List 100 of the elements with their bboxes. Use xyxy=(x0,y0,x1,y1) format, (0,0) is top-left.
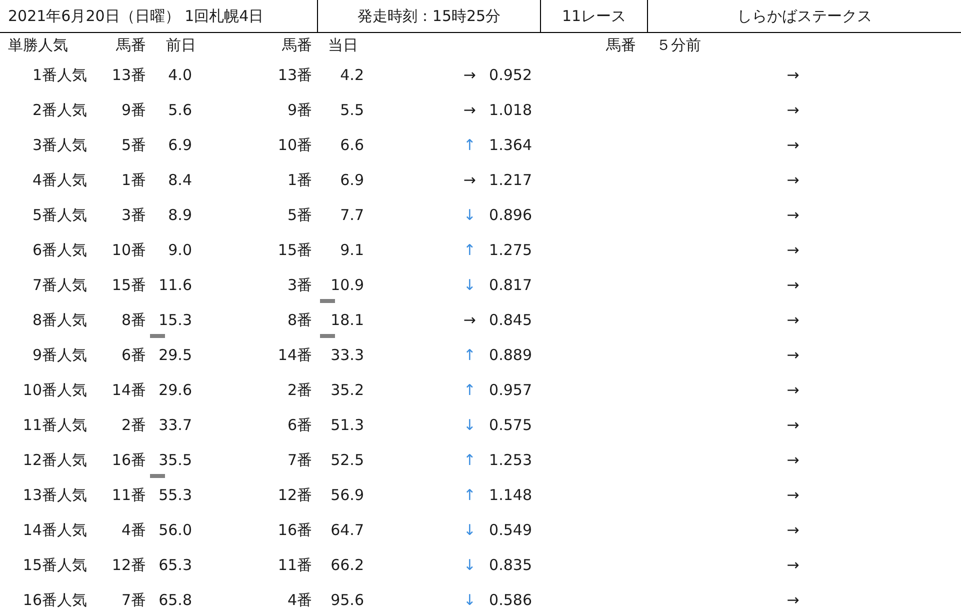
popularity-rank: 12番人気 xyxy=(22,450,87,472)
trend-arrow: ↓ xyxy=(463,590,476,612)
trend-arrow: → xyxy=(786,275,800,296)
trend-arrow: → xyxy=(463,170,476,192)
horse-number: 16番 xyxy=(112,450,146,472)
column-header: 前日 xyxy=(166,35,196,56)
race-number: 11レース xyxy=(562,6,626,27)
odds-value: 66.2 xyxy=(330,555,364,576)
trend-arrow: → xyxy=(786,170,800,192)
horse-number: 7番 xyxy=(121,590,146,612)
popularity-rank: 5番人気 xyxy=(32,205,87,226)
trend-arrow: → xyxy=(786,485,800,506)
horse-number: 5番 xyxy=(287,205,312,226)
odds-value: 8.4 xyxy=(168,170,192,192)
horse-number: 1番 xyxy=(121,170,146,192)
trend-arrow: → xyxy=(786,205,800,226)
popularity-rank: 4番人気 xyxy=(32,170,87,192)
trend-arrow: ↑ xyxy=(463,485,476,506)
odds-ratio: 0.896 xyxy=(489,205,532,226)
horse-number: 6番 xyxy=(287,415,312,436)
trend-arrow: → xyxy=(786,310,800,332)
horse-number: 13番 xyxy=(278,65,312,86)
trend-arrow: → xyxy=(786,520,800,542)
trend-arrow: ↑ xyxy=(463,450,476,472)
trend-arrow: ↓ xyxy=(463,415,476,436)
horse-number: 11番 xyxy=(278,555,312,576)
odds-value: 52.5 xyxy=(330,450,364,472)
odds-value: 5.6 xyxy=(168,100,192,122)
odds-ratio: 0.549 xyxy=(489,520,532,542)
horse-number: 12番 xyxy=(112,555,146,576)
odds-value: 9.1 xyxy=(340,240,364,262)
odds-value: 29.5 xyxy=(158,345,192,366)
horse-number: 10番 xyxy=(278,135,312,156)
popularity-rank: 9番人気 xyxy=(32,345,87,366)
odds-value: 4.0 xyxy=(168,65,192,86)
popularity-rank: 14番人気 xyxy=(22,520,87,542)
odds-value: 6.9 xyxy=(168,135,192,156)
odds-value: 6.6 xyxy=(340,135,364,156)
odds-ratio: 1.275 xyxy=(489,240,532,262)
trend-arrow: → xyxy=(786,555,800,576)
odds-ratio: 0.817 xyxy=(489,275,532,296)
odds-value: 56.0 xyxy=(158,520,192,542)
odds-value: 51.3 xyxy=(330,415,364,436)
trend-arrow: ↓ xyxy=(463,520,476,542)
trend-arrow: ↓ xyxy=(463,275,476,296)
race-name: しらかばステークス xyxy=(737,6,872,27)
trend-arrow: → xyxy=(463,100,476,122)
column-header: 馬番 xyxy=(606,35,636,56)
horse-number: 5番 xyxy=(121,135,146,156)
trend-arrow: → xyxy=(786,65,800,86)
trend-arrow: → xyxy=(463,310,476,332)
horse-number: 11番 xyxy=(112,485,146,506)
trend-arrow: → xyxy=(786,345,800,366)
horse-number: 9番 xyxy=(121,100,146,122)
trend-arrow: → xyxy=(463,65,476,86)
odds-value: 29.6 xyxy=(158,380,192,402)
column-header: 単勝人気 xyxy=(8,35,68,56)
trend-arrow: ↑ xyxy=(463,380,476,402)
odds-value: 55.3 xyxy=(158,485,192,506)
horse-number: 4番 xyxy=(287,590,312,612)
odds-value: 15.3 xyxy=(158,310,192,332)
odds-value: 35.5 xyxy=(158,450,192,472)
horse-number: 3番 xyxy=(121,205,146,226)
popularity-rank: 6番人気 xyxy=(32,240,87,262)
popularity-rank: 11番人気 xyxy=(22,415,87,436)
odds-ratio: 1.018 xyxy=(489,100,532,122)
odds-value: 11.6 xyxy=(158,275,192,296)
odds-value: 95.6 xyxy=(330,590,364,612)
popularity-rank: 2番人気 xyxy=(32,100,87,122)
horse-number: 6番 xyxy=(121,345,146,366)
column-header: 馬番 xyxy=(116,35,146,56)
trend-arrow: ↑ xyxy=(463,345,476,366)
popularity-rank: 8番人気 xyxy=(32,310,87,332)
odds-ratio: 0.575 xyxy=(489,415,532,436)
odds-ratio: 1.217 xyxy=(489,170,532,192)
horse-number: 13番 xyxy=(112,65,146,86)
trend-arrow: → xyxy=(786,415,800,436)
odds-ratio: 1.253 xyxy=(489,450,532,472)
odds-value: 33.7 xyxy=(158,415,192,436)
trend-arrow: → xyxy=(786,240,800,262)
trend-arrow: ↓ xyxy=(463,555,476,576)
horse-number: 2番 xyxy=(121,415,146,436)
odds-ratio: 1.364 xyxy=(489,135,532,156)
horse-number: 2番 xyxy=(287,380,312,402)
popularity-rank: 3番人気 xyxy=(32,135,87,156)
odds-value: 6.9 xyxy=(340,170,364,192)
odds-ratio: 1.148 xyxy=(489,485,532,506)
horse-number: 7番 xyxy=(287,450,312,472)
popularity-rank: 1番人気 xyxy=(32,65,87,86)
horse-number: 16番 xyxy=(278,520,312,542)
horse-number: 9番 xyxy=(287,100,312,122)
popularity-rank: 15番人気 xyxy=(22,555,87,576)
odds-value: 4.2 xyxy=(340,65,364,86)
popularity-rank: 7番人気 xyxy=(32,275,87,296)
popularity-rank: 13番人気 xyxy=(22,485,87,506)
odds-value: 7.7 xyxy=(340,205,364,226)
trend-arrow: → xyxy=(786,380,800,402)
horse-number: 1番 xyxy=(287,170,312,192)
odds-ratio: 0.835 xyxy=(489,555,532,576)
trend-arrow: ↑ xyxy=(463,240,476,262)
